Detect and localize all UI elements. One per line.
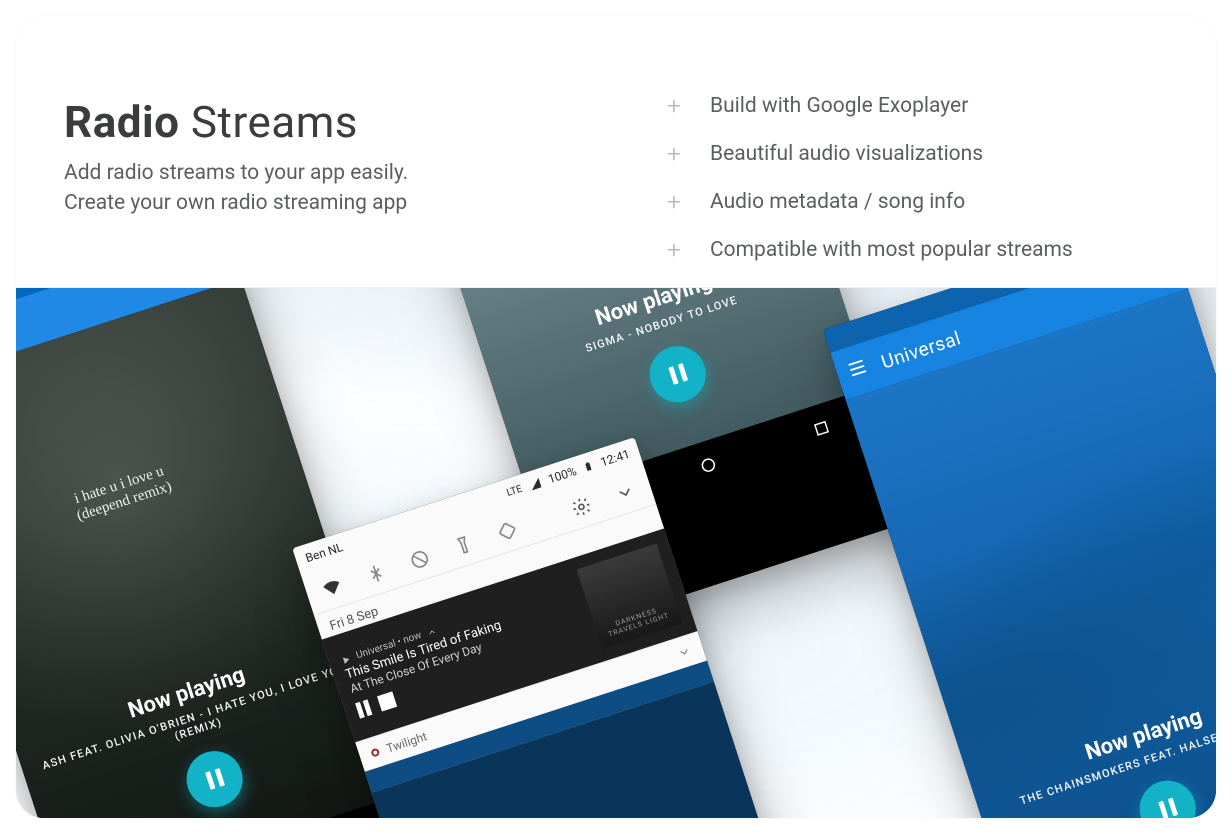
pause-icon xyxy=(205,768,225,790)
rotate-icon[interactable] xyxy=(495,518,520,543)
pause-button[interactable] xyxy=(642,339,713,410)
battery-label: 100% xyxy=(546,464,578,486)
album-art: DARKNESS TRAVELS LIGHT xyxy=(577,543,683,649)
plus-icon: + xyxy=(664,92,684,120)
feature-item: + Compatible with most popular streams xyxy=(664,226,1168,274)
feature-item: + Build with Google Exoplayer xyxy=(664,82,1168,130)
flashlight-icon[interactable] xyxy=(451,533,476,558)
phone-mockup-4: Universal Now playing THE CHAINSMOKERS F… xyxy=(823,288,1216,818)
bluetooth-off-icon[interactable] xyxy=(363,561,388,586)
pause-button[interactable] xyxy=(1132,773,1203,818)
dnd-icon[interactable] xyxy=(407,547,432,572)
pause-icon[interactable] xyxy=(355,699,372,718)
hamburger-icon[interactable] xyxy=(843,354,872,386)
stop-icon[interactable] xyxy=(377,691,397,711)
chevron-down-icon xyxy=(676,643,694,661)
feature-list: + Build with Google Exoplayer + Beautifu… xyxy=(664,82,1168,274)
battery-icon xyxy=(582,459,596,475)
signal-icon xyxy=(528,476,543,491)
recents-icon[interactable] xyxy=(810,417,833,440)
chevron-up-icon xyxy=(425,625,438,638)
twilight-icon xyxy=(370,748,380,758)
feature-item: + Beautiful audio visualizations xyxy=(664,130,1168,178)
wifi-icon[interactable] xyxy=(320,575,345,600)
pause-icon xyxy=(1158,798,1178,818)
home-icon[interactable] xyxy=(697,454,720,477)
page-subtitle: Add radio streams to your app easily. Cr… xyxy=(64,158,624,219)
mockup-stage: 07:00 i hate u i love u (deepend remix) … xyxy=(16,288,1216,818)
plus-icon: + xyxy=(664,236,684,264)
feature-item: + Audio metadata / song info xyxy=(664,178,1168,226)
promo-card: Radio Streams Add radio streams to your … xyxy=(16,16,1216,818)
chevron-down-icon[interactable] xyxy=(613,480,638,505)
status-time: 12:41 xyxy=(599,447,632,470)
gear-icon[interactable] xyxy=(569,494,594,519)
plus-icon: + xyxy=(664,188,684,216)
plus-icon: + xyxy=(664,140,684,168)
page-title: Radio Streams xyxy=(64,96,624,148)
header: Radio Streams Add radio streams to your … xyxy=(16,16,1216,288)
pause-button[interactable] xyxy=(179,744,250,815)
play-small-icon xyxy=(340,653,353,666)
pause-icon xyxy=(668,363,688,385)
